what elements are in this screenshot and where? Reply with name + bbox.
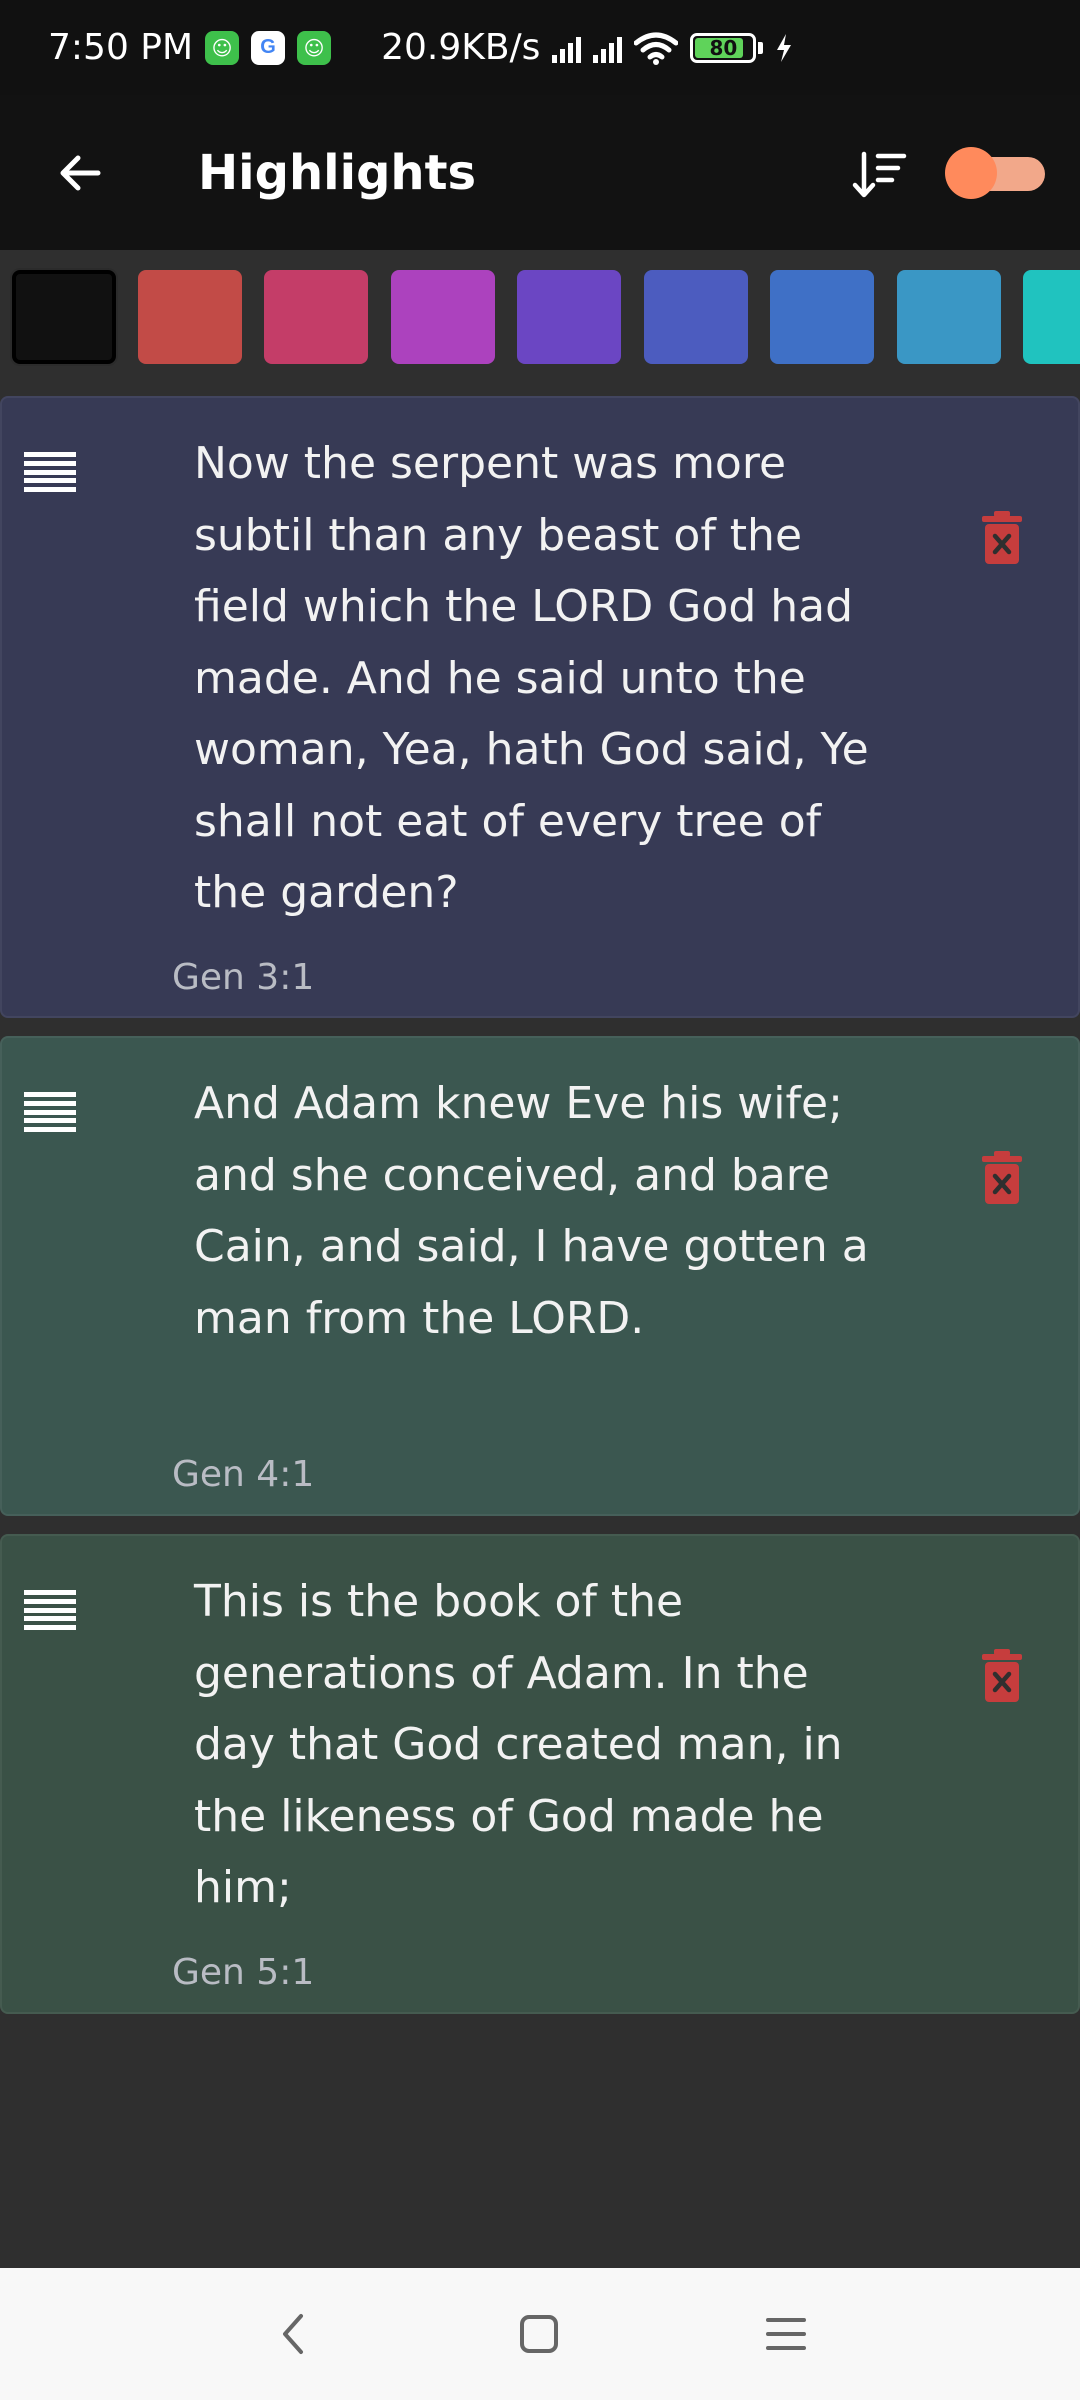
android-notification-icon: ☺ — [297, 30, 332, 65]
status-time: 7:50 PM — [48, 27, 194, 68]
arrow-left-icon — [60, 155, 101, 191]
sort-button[interactable] — [845, 140, 915, 210]
battery-level: 80 — [709, 35, 738, 60]
toggle-thumb — [945, 147, 997, 199]
charging-icon — [777, 33, 792, 62]
highlight-card[interactable]: And Adam knew Eve his wife; and she conc… — [0, 1036, 1080, 1516]
color-swatch[interactable] — [770, 270, 874, 364]
nav-home-button[interactable] — [509, 2304, 569, 2364]
network-speed: 20.9KB/s — [381, 27, 541, 68]
wifi-icon — [634, 32, 679, 65]
signal-icon — [552, 33, 582, 63]
drag-handle-icon[interactable] — [24, 1092, 76, 1132]
android-notification-icon: ☺ — [205, 30, 240, 65]
battery-tip — [758, 41, 764, 54]
app-bar: Highlights — [0, 95, 1080, 250]
drag-handle-icon[interactable] — [24, 1590, 76, 1630]
verse-reference: Gen 5:1 — [172, 1951, 315, 1993]
square-home-icon — [520, 2315, 558, 2353]
back-button[interactable] — [40, 133, 120, 213]
color-swatch[interactable] — [12, 270, 116, 364]
drag-handle-icon[interactable] — [24, 452, 76, 492]
color-palette — [0, 250, 1080, 395]
page-title: Highlights — [198, 145, 477, 201]
status-bar: 7:50 PM ☺ G ☺ 20.9KB/s 80 — [0, 0, 1080, 95]
highlight-card[interactable]: This is the book of the generations of A… — [0, 1534, 1080, 2014]
color-swatch[interactable] — [391, 270, 495, 364]
trash-delete-icon[interactable] — [980, 1150, 1024, 1206]
highlight-text: This is the book of the generations of A… — [194, 1576, 843, 1913]
system-nav-bar — [0, 2268, 1080, 2400]
nav-recents-button[interactable] — [756, 2304, 816, 2364]
color-swatch[interactable] — [897, 270, 1001, 364]
color-swatch[interactable] — [1023, 270, 1080, 364]
chevron-left-icon — [283, 2314, 303, 2354]
trash-delete-icon[interactable] — [980, 1648, 1024, 1704]
nav-back-button[interactable] — [262, 2304, 322, 2364]
highlight-text: Now the serpent was more subtil than any… — [194, 438, 869, 918]
verse-reference: Gen 4:1 — [172, 1453, 315, 1495]
color-swatch[interactable] — [264, 270, 368, 364]
color-swatch[interactable] — [138, 270, 242, 364]
sort-descending-icon — [852, 151, 907, 198]
color-swatch[interactable] — [644, 270, 748, 364]
battery-icon: 80 — [690, 32, 757, 63]
google-notification-icon: G — [251, 30, 286, 65]
highlight-toggle[interactable] — [945, 147, 1045, 199]
color-swatch[interactable] — [517, 270, 621, 364]
highlight-text: And Adam knew Eve his wife; and she conc… — [194, 1078, 869, 1344]
signal-icon — [593, 33, 623, 63]
verse-reference: Gen 3:1 — [172, 956, 315, 998]
highlight-card[interactable]: Now the serpent was more subtil than any… — [0, 396, 1080, 1018]
trash-delete-icon[interactable] — [980, 510, 1024, 566]
menu-lines-icon — [766, 2318, 806, 2350]
